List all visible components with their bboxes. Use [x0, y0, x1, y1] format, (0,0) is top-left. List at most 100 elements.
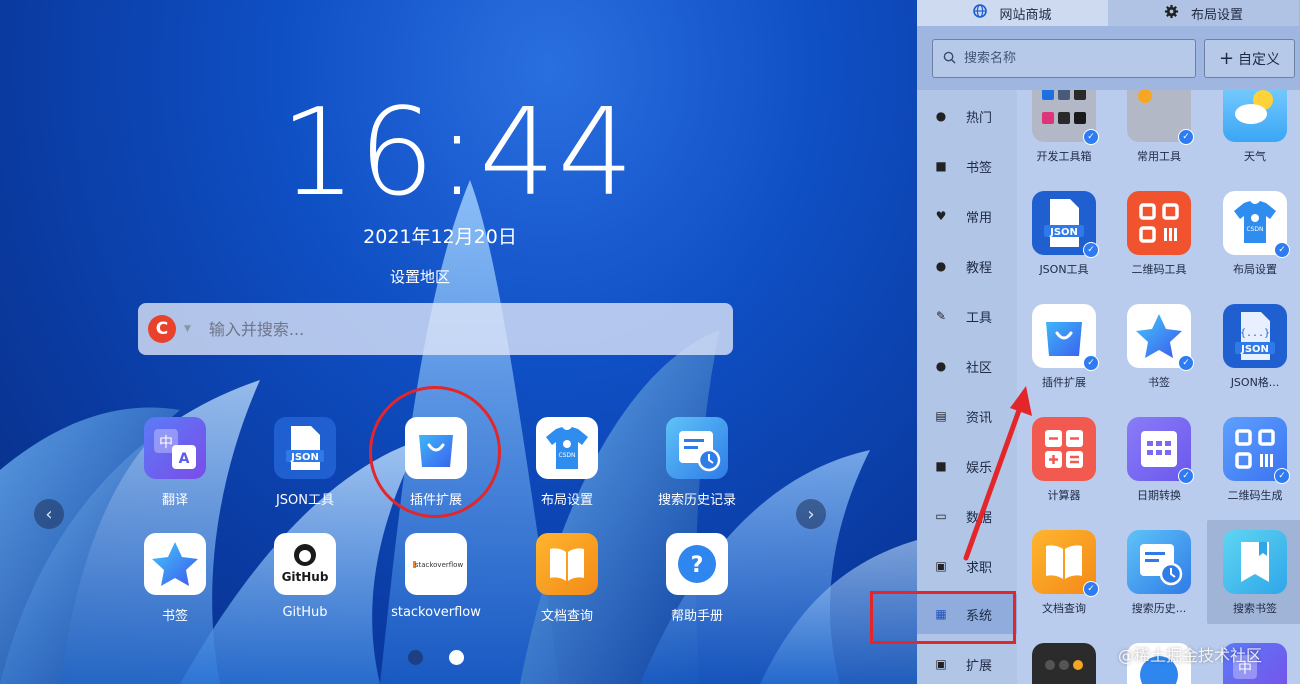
app-label: 翻译: [161, 493, 188, 508]
app-doc-query[interactable]: 文档查询: [502, 533, 632, 624]
gear-icon: [1164, 4, 1179, 23]
category-label: 工具: [966, 310, 993, 326]
panel-tabs: 网站商城 布局设置: [917, 0, 1300, 26]
store-item-dev-toolbox[interactable]: ✓ 开发工具箱: [1017, 90, 1112, 164]
clock-time: 16:44: [280, 84, 636, 223]
bookmark-icon: ■: [935, 159, 947, 173]
page-dot-1[interactable]: [408, 650, 423, 665]
tab-website-store[interactable]: 网站商城: [917, 0, 1108, 26]
category-common[interactable]: ♥ 常用: [917, 196, 1017, 236]
app-label: 书签: [161, 609, 188, 624]
added-check-icon: ✓: [1178, 129, 1194, 145]
chevron-down-icon[interactable]: ▼: [184, 324, 191, 334]
globe-icon: [973, 4, 988, 22]
store-item-calculator-dark[interactable]: [1017, 643, 1112, 684]
bookmark-icon: [1223, 530, 1287, 594]
store-item-label: 天气: [1244, 150, 1266, 163]
json-badge: JSON: [1240, 344, 1269, 355]
app-label: 文档查询: [540, 609, 593, 624]
json-file-icon: JSON: [274, 417, 336, 479]
app-bookmark[interactable]: 书签: [110, 533, 240, 624]
store-item-date-convert[interactable]: ✓ 日期转换: [1111, 417, 1207, 503]
panel-search-box: [932, 39, 1196, 78]
star-icon: [144, 533, 206, 595]
store-item-common-tools[interactable]: ✓ 常用工具: [1111, 90, 1207, 164]
desktop: 16:44 2021年12月20日 设置地区 C ▼ 中 A 翻译 JSON J…: [0, 0, 917, 684]
added-check-icon: ✓: [1178, 468, 1194, 484]
toolbox-folder-icon: ✓: [1032, 90, 1099, 145]
tab-label: 网站商城: [999, 7, 1052, 23]
category-label: 社区: [966, 360, 993, 376]
stackoverflow-icon: stackoverflow: [405, 533, 467, 595]
tab-layout-settings[interactable]: 布局设置: [1108, 0, 1299, 26]
c-search-engine-icon[interactable]: C: [148, 315, 176, 343]
custom-add-button[interactable]: + 自定义: [1204, 39, 1295, 78]
github-wordmark: GitHub: [282, 570, 329, 584]
shopping-bag-icon: ✓: [1032, 304, 1099, 371]
briefcase-icon: ▣: [935, 559, 947, 573]
app-json-tool[interactable]: JSON JSON工具: [240, 417, 370, 508]
category-label: 热门: [966, 110, 993, 126]
chevron-right-icon: ›: [807, 503, 815, 525]
main-search-input[interactable]: [208, 319, 689, 339]
set-region-link[interactable]: 设置地区: [340, 266, 500, 287]
store-item-search-history[interactable]: 搜索历史...: [1111, 530, 1207, 616]
category-label: 书签: [966, 160, 993, 176]
csdn-badge: CSDN: [558, 452, 575, 459]
category-label: 教程: [966, 260, 993, 276]
app-layout-settings[interactable]: CSDN 布局设置: [502, 417, 632, 508]
store-item-label: 常用工具: [1137, 150, 1181, 163]
store-item-json-tool[interactable]: JSON ✓ JSON工具: [1017, 191, 1112, 277]
store-item-label: 书签: [1148, 376, 1170, 389]
question-icon: ?: [666, 533, 728, 595]
video-icon: ■: [935, 459, 947, 473]
plus-icon: +: [1218, 48, 1235, 69]
store-item-label: 搜索书签: [1233, 602, 1277, 615]
svg-text:?: ?: [691, 553, 704, 578]
fire-icon: ●: [935, 109, 947, 123]
wrench-icon: ✎: [935, 309, 947, 323]
watermark: @稀土掘金技术社区: [1118, 646, 1263, 665]
category-hot[interactable]: ● 热门: [917, 96, 1017, 136]
json-file-icon: JSON ✓: [1032, 191, 1099, 258]
store-item-layout-settings[interactable]: CSDN ✓ 布局设置: [1207, 191, 1300, 277]
tshirt-icon: CSDN: [536, 417, 598, 479]
store-item-label: 二维码生成: [1227, 489, 1283, 502]
qrcode-icon: [1127, 191, 1191, 255]
page-dot-2-active[interactable]: [449, 650, 464, 665]
app-stackoverflow[interactable]: stackoverflow stackoverflow: [371, 533, 501, 620]
calendar-history-icon: [1127, 530, 1191, 594]
store-item-json-format[interactable]: {...} JSON JSON格...: [1207, 304, 1300, 390]
next-page-button[interactable]: ›: [796, 499, 826, 529]
category-tools[interactable]: ✎ 工具: [917, 296, 1017, 336]
previous-page-button[interactable]: ‹: [34, 499, 64, 529]
side-panel: 网站商城 布局设置 + 自定义 ●热门 ■书签 ♥常用 ●教程 ✎工具 ●社区 …: [917, 0, 1300, 684]
store-item-label: 文档查询: [1042, 602, 1086, 615]
annotation-arrow: [963, 386, 1032, 561]
app-github[interactable]: GitHub GitHub: [240, 533, 370, 620]
json-format-icon: {...} JSON: [1223, 304, 1287, 368]
category-extension[interactable]: ▣ 扩展: [917, 644, 1017, 684]
calendar-history-icon: [666, 417, 728, 479]
store-item-qrcode-tool[interactable]: 二维码工具: [1111, 191, 1207, 277]
store-item-bookmark[interactable]: ✓ 书签: [1111, 304, 1207, 390]
app-help-manual[interactable]: ? 帮助手册: [632, 533, 762, 624]
panel-search-input[interactable]: [964, 51, 1184, 66]
category-bookmark[interactable]: ■ 书签: [917, 146, 1017, 186]
store-item-plugin-extension[interactable]: ✓ 插件扩展: [1017, 304, 1112, 390]
github-icon: GitHub: [274, 533, 336, 595]
store-item-label: 搜索历史...: [1131, 602, 1187, 615]
store-item-search-bookmark[interactable]: 搜索书签: [1207, 520, 1300, 624]
app-translate[interactable]: 中 A 翻译: [110, 417, 240, 508]
category-tutorial[interactable]: ● 教程: [917, 246, 1017, 286]
category-label: 扩展: [966, 658, 993, 674]
store-item-weather[interactable]: 天气: [1207, 90, 1300, 164]
heart-icon: ♥: [935, 209, 947, 223]
chart-icon: ▤: [935, 409, 947, 423]
json-format-glyph: {...}: [1240, 328, 1270, 339]
app-label: 布局设置: [540, 493, 593, 508]
translate-glyph-a: A: [179, 451, 190, 467]
app-search-history[interactable]: 搜索历史记录: [632, 417, 762, 508]
added-check-icon: ✓: [1274, 242, 1290, 258]
store-item-qrcode-generator[interactable]: ✓ 二维码生成: [1207, 417, 1300, 503]
